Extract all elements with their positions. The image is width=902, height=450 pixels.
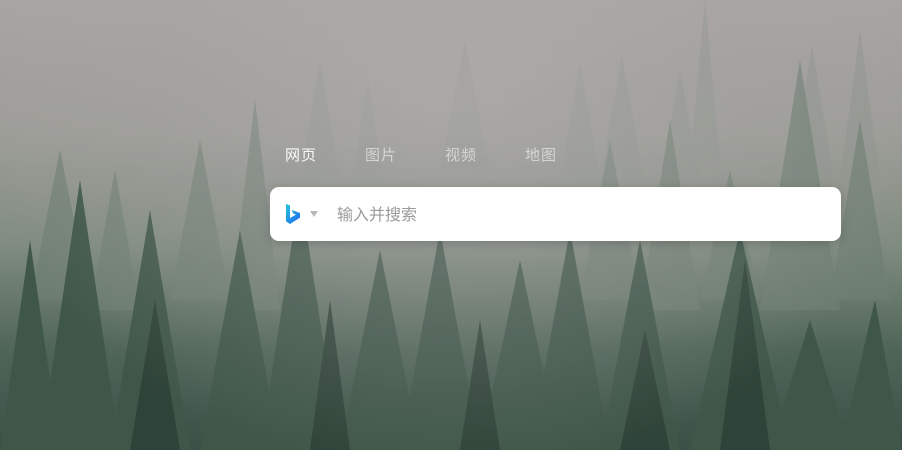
search-input[interactable] [335,193,841,235]
caret-down-icon [310,211,318,217]
tab-maps[interactable]: 地图 [525,144,605,165]
search-engine-selector[interactable] [285,203,318,225]
search-category-tabs: 网页 图片 视频 地图 [285,144,605,165]
bing-logo-icon [286,204,300,224]
new-tab-page: 网页 图片 视频 地图 [0,0,902,450]
tab-web[interactable]: 网页 [285,144,365,165]
search-box [270,187,841,241]
tab-videos[interactable]: 视频 [445,144,525,165]
tab-images[interactable]: 图片 [365,144,445,165]
